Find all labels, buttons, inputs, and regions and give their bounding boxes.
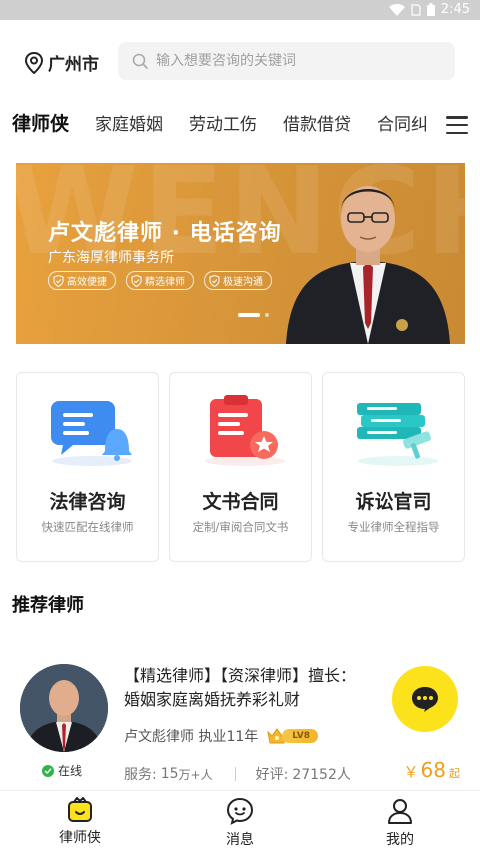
tab-family-marriage[interactable]: 家庭婚姻 [95, 107, 163, 146]
lawyer-list-item[interactable]: 在线 【精选律师】【资深律师】擅长：婚姻家庭离婚抚养彩礼财 卢文彪律师 执业11… [0, 660, 480, 788]
check-circle-icon [42, 764, 54, 777]
nav-item-messages[interactable]: 消息 [160, 791, 320, 853]
shield-check-icon [131, 274, 142, 287]
no-sim-icon [411, 3, 421, 16]
lawyer-name: 卢文彪律师 执业11年 [124, 729, 259, 745]
price-unit: 起 [449, 767, 460, 780]
service-title: 文书合同 [202, 491, 279, 513]
service-cards: 法律咨询 快速匹配在线律师 文书合同 定制/审阅合同文书 诉讼官司 专业律师全程… [16, 372, 465, 562]
search-input[interactable] [156, 53, 436, 69]
tab-label: 借款借贷 [283, 115, 352, 135]
section-title-text: 推荐律师 [12, 595, 84, 616]
city-selector[interactable]: 广州市 [24, 50, 99, 75]
service-subtitle: 定制/审阅合同文书 [192, 520, 289, 534]
wifi-icon [388, 3, 405, 16]
status-time: 2:45 [440, 2, 470, 17]
menu-line [446, 116, 468, 119]
recommended-lawyers-title: 推荐律师 [10, 591, 86, 617]
avatar[interactable] [20, 664, 108, 752]
service-subtitle: 专业律师全程指导 [347, 520, 440, 534]
price-currency: ￥ [403, 763, 419, 781]
tab-labor-injury[interactable]: 劳动工伤 [189, 107, 257, 146]
service-count-unit: 万+人 [178, 767, 213, 782]
nav-label: 律师侠 [59, 830, 101, 846]
banner-tag-label: 精选律师 [145, 277, 185, 288]
shield-check-icon [209, 274, 220, 287]
nav-label: 消息 [226, 832, 254, 848]
banner-pagination [238, 313, 269, 317]
nav-item-profile[interactable]: 我的 [320, 791, 480, 853]
service-count-label: 服务: [124, 767, 157, 783]
tab-loan-lending[interactable]: 借款借贷 [283, 107, 351, 146]
menu-line [446, 131, 468, 134]
tab-contract-dispute[interactable]: 合同纠 [377, 107, 428, 146]
lawyer-name-row: 卢文彪律师 执业11年 LV8 [124, 726, 318, 746]
category-tabs-scroll[interactable]: 律师侠 家庭婚姻 劳动工伤 借款借贷 合同纠 [12, 106, 436, 146]
bottom-nav: 律师侠 消息 我的 [0, 790, 480, 853]
header: 广州市 [0, 40, 480, 82]
chat-bubble-icon [412, 687, 438, 712]
lawyer-avatar-image [20, 664, 108, 752]
tab-lawyer-hero[interactable]: 律师侠 [12, 106, 74, 146]
category-menu-button[interactable] [446, 116, 468, 134]
profile-icon [388, 799, 412, 824]
lawyer-description: 【精选律师】【资深律师】擅长：婚姻家庭离婚抚养彩礼财 [124, 666, 357, 709]
tab-label: 律师侠 [12, 113, 70, 135]
service-card-litigation[interactable]: 诉讼官司 专业律师全程指导 [322, 372, 465, 562]
lawyer-stats: 服务: 15 万+人 好评: 27152人 [124, 764, 351, 784]
banner-tag: 高效便捷 [48, 271, 116, 290]
menu-line [446, 123, 468, 127]
service-title: 诉讼官司 [355, 491, 432, 513]
banner-title: 卢文彪律师 · 电话咨询 [48, 221, 282, 246]
stats-divider [234, 767, 236, 781]
tab-label: 劳动工伤 [189, 115, 258, 135]
tab-label: 家庭婚姻 [95, 115, 164, 135]
rating-value: 27152人 [292, 767, 351, 783]
promo-banner[interactable]: WENCH 卢文彪律师 · 电话咨询 广东海厚律师事务所 高效便捷 精选律师 极… [16, 163, 465, 344]
service-card-documents-contracts[interactable]: 文书合同 定制/审阅合同文书 [169, 372, 312, 562]
consult-price: ￥ 68 起 [404, 758, 460, 782]
home-lawyer-icon [68, 797, 92, 822]
banner-dot-active [238, 313, 260, 317]
tab-label: 合同纠 [377, 115, 429, 135]
gavel-book-icon [357, 403, 438, 466]
level-label: LV8 [282, 729, 318, 743]
status-bar: 2:45 [0, 0, 480, 20]
banner-tag: 精选律师 [126, 271, 194, 290]
nav-label: 我的 [386, 832, 414, 848]
service-card-legal-consult[interactable]: 法律咨询 快速匹配在线律师 [16, 372, 159, 562]
document-star-icon [205, 395, 285, 466]
service-title: 法律咨询 [49, 491, 126, 513]
service-count-value: 15 [160, 766, 179, 782]
search-bar[interactable] [118, 42, 455, 80]
price-value: 68 [420, 758, 446, 782]
online-status: 在线 [42, 762, 82, 779]
category-tabs: 律师侠 家庭婚姻 劳动工伤 借款借贷 合同纠 [0, 106, 480, 146]
lawyer-photo [286, 186, 450, 344]
search-icon [132, 53, 148, 69]
location-pin-icon [24, 51, 44, 74]
banner-dot [265, 313, 269, 317]
level-badge: LV8 [266, 726, 318, 746]
banner-subtitle: 广东海厚律师事务所 [48, 250, 174, 266]
banner-tag-label: 极速沟通 [223, 277, 263, 288]
banner-tag: 极速沟通 [204, 271, 272, 290]
banner-tags: 高效便捷 精选律师 极速沟通 [48, 271, 272, 290]
city-label: 广州市 [48, 55, 99, 75]
chat-button[interactable] [392, 666, 458, 732]
shield-check-icon [53, 274, 64, 287]
nav-item-home[interactable]: 律师侠 [0, 791, 160, 853]
battery-icon [426, 3, 435, 16]
message-icon [226, 797, 254, 825]
rating-label: 好评: [255, 767, 289, 783]
chat-bubble-bell-icon [51, 401, 132, 466]
online-label: 在线 [58, 764, 83, 778]
banner-tag-label: 高效便捷 [67, 277, 107, 288]
service-subtitle: 快速匹配在线律师 [41, 520, 134, 534]
